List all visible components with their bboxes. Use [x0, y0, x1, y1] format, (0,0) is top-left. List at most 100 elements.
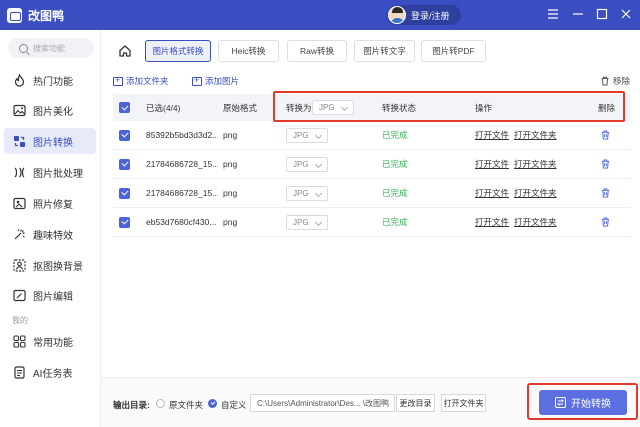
sidebar-item-ai-tasks[interactable]: AI任务表	[4, 359, 96, 385]
sidebar: 搜索功能 热门功能 图片美化 图片转换 图片批处理 照片修复 趣味特效 抠图换背…	[0, 30, 101, 427]
status-badge: 已完成	[382, 130, 408, 140]
radio-custom[interactable]	[208, 399, 217, 408]
login-button[interactable]: 登录/注册	[387, 5, 461, 25]
sidebar-item-label: 照片修复	[33, 199, 73, 211]
repair-icon	[12, 196, 26, 210]
search-placeholder: 搜索功能	[33, 43, 65, 53]
row-checkbox[interactable]	[119, 187, 130, 199]
search-icon	[19, 43, 28, 53]
sidebar-item-cutout[interactable]: 抠图换背景	[4, 252, 96, 278]
main-panel: 图片格式转换 Heic转换 Raw转换 图片转文字 图片转PDF 添加文件夹 添…	[101, 30, 640, 427]
status-badge: 已完成	[382, 217, 408, 227]
section-my: 我的	[12, 316, 28, 325]
sidebar-item-label: 图片转换	[33, 137, 73, 149]
delete-icon[interactable]	[601, 159, 610, 169]
close-icon[interactable]	[619, 8, 633, 22]
open-folder-link[interactable]: 打开文件夹	[514, 187, 557, 199]
sidebar-item-label: 图片美化	[33, 106, 73, 118]
row-checkbox[interactable]	[119, 216, 130, 228]
sidebar-item-repair[interactable]: 照片修复	[4, 190, 96, 216]
remove-label: 移除	[612, 76, 630, 86]
row-format-select[interactable]: JPG	[286, 127, 328, 143]
sidebar-item-convert[interactable]: 图片转换	[4, 128, 96, 154]
sidebar-item-edit[interactable]: 图片编辑	[4, 282, 96, 308]
table-row: 85392b5bd3d3d2... png JPG 已完成 打开文件 打开文件夹	[113, 121, 631, 150]
header-original-format: 原始格式	[223, 102, 258, 113]
image-icon	[12, 103, 26, 117]
add-image-button[interactable]: 添加图片	[192, 75, 239, 87]
open-file-link[interactable]: 打开文件	[475, 187, 509, 199]
convert-icon	[12, 134, 26, 148]
change-dir-button[interactable]: 更改目录	[396, 394, 435, 412]
sidebar-item-label: 图片批处理	[33, 168, 83, 180]
sidebar-item-beautify[interactable]: 图片美化	[4, 97, 96, 123]
output-path-field[interactable]: C:\Users\Administrator\Des... \改图鸭	[250, 394, 395, 412]
tab-format-convert[interactable]: 图片格式转换	[145, 40, 211, 62]
file-name: 85392b5bd3d3d2...	[146, 130, 218, 140]
delete-icon[interactable]	[601, 188, 610, 198]
header-selected: 已选(4/4)	[146, 102, 181, 113]
tab-heic[interactable]: Heic转换	[218, 40, 279, 62]
open-file-link[interactable]: 打开文件	[475, 129, 509, 141]
delete-icon[interactable]	[601, 130, 610, 140]
grid-icon	[12, 334, 26, 348]
add-folder-button[interactable]: 添加文件夹	[113, 75, 169, 87]
open-file-link[interactable]: 打开文件	[475, 216, 509, 228]
sidebar-item-label: 常用功能	[33, 337, 73, 349]
file-format: png	[223, 130, 238, 140]
app-logo-icon	[7, 7, 22, 23]
row-checkbox[interactable]	[119, 158, 130, 170]
sidebar-item-label: 抠图换背景	[33, 261, 83, 273]
header-highlight-box	[273, 91, 625, 122]
sidebar-item-common[interactable]: 常用功能	[4, 328, 96, 354]
open-folder-link[interactable]: 打开文件夹	[514, 216, 557, 228]
tabs-row: 图片格式转换 Heic转换 Raw转换 图片转文字 图片转PDF	[101, 30, 640, 72]
open-file-link[interactable]: 打开文件	[475, 158, 509, 170]
tab-image-to-text[interactable]: 图片转文字	[354, 40, 415, 62]
add-folder-label: 添加文件夹	[126, 76, 169, 86]
table-row: 21784686728_15... png JPG 已完成 打开文件 打开文件夹	[113, 179, 631, 208]
open-folder-button[interactable]: 打开文件夹	[441, 394, 486, 412]
open-folder-link[interactable]: 打开文件夹	[514, 129, 557, 141]
toolbar: 添加文件夹 添加图片 移除	[101, 72, 640, 90]
minimize-icon[interactable]	[571, 8, 585, 22]
file-format: png	[223, 188, 238, 198]
avatar	[388, 6, 406, 24]
row-format-select[interactable]: JPG	[286, 214, 328, 230]
cutout-icon	[12, 258, 26, 272]
sidebar-item-batch[interactable]: 图片批处理	[4, 159, 96, 185]
sidebar-item-label: AI任务表	[33, 368, 73, 380]
menu-icon[interactable]	[546, 8, 560, 22]
maximize-icon[interactable]	[595, 8, 609, 22]
tab-raw[interactable]: Raw转换	[287, 40, 347, 62]
delete-icon[interactable]	[601, 217, 610, 227]
home-icon[interactable]	[118, 44, 132, 58]
sidebar-item-hot[interactable]: 热门功能	[4, 67, 96, 93]
login-label: 登录/注册	[411, 10, 450, 21]
start-highlight-box	[527, 383, 638, 420]
radio-original-folder[interactable]	[156, 399, 165, 408]
add-image-label: 添加图片	[205, 76, 240, 86]
file-format: png	[223, 217, 238, 227]
row-format-select[interactable]: JPG	[286, 156, 328, 172]
search-input[interactable]: 搜索功能	[8, 38, 94, 58]
file-name: 21784686728_15...	[146, 159, 218, 169]
edit-icon	[12, 288, 26, 302]
remove-button[interactable]: 移除	[600, 75, 630, 87]
sidebar-item-label: 图片编辑	[33, 291, 73, 303]
trash-icon	[601, 76, 609, 86]
select-all-checkbox[interactable]	[119, 102, 130, 113]
row-checkbox[interactable]	[119, 129, 130, 141]
sidebar-item-label: 趣味特效	[33, 230, 73, 242]
row-format-select[interactable]: JPG	[286, 185, 328, 201]
open-folder-link[interactable]: 打开文件夹	[514, 158, 557, 170]
tab-image-to-pdf[interactable]: 图片转PDF	[421, 40, 486, 62]
table-row: eb53d7680cf430... png JPG 已完成 打开文件 打开文件夹	[113, 208, 631, 237]
batch-icon	[12, 165, 26, 179]
radio-custom-label: 自定义	[221, 400, 247, 410]
effects-icon	[12, 227, 26, 241]
file-format: png	[223, 159, 238, 169]
sidebar-item-effects[interactable]: 趣味特效	[4, 221, 96, 247]
radio-original-label: 原文件夹	[169, 400, 204, 410]
app-title: 改图鸭	[28, 8, 65, 23]
